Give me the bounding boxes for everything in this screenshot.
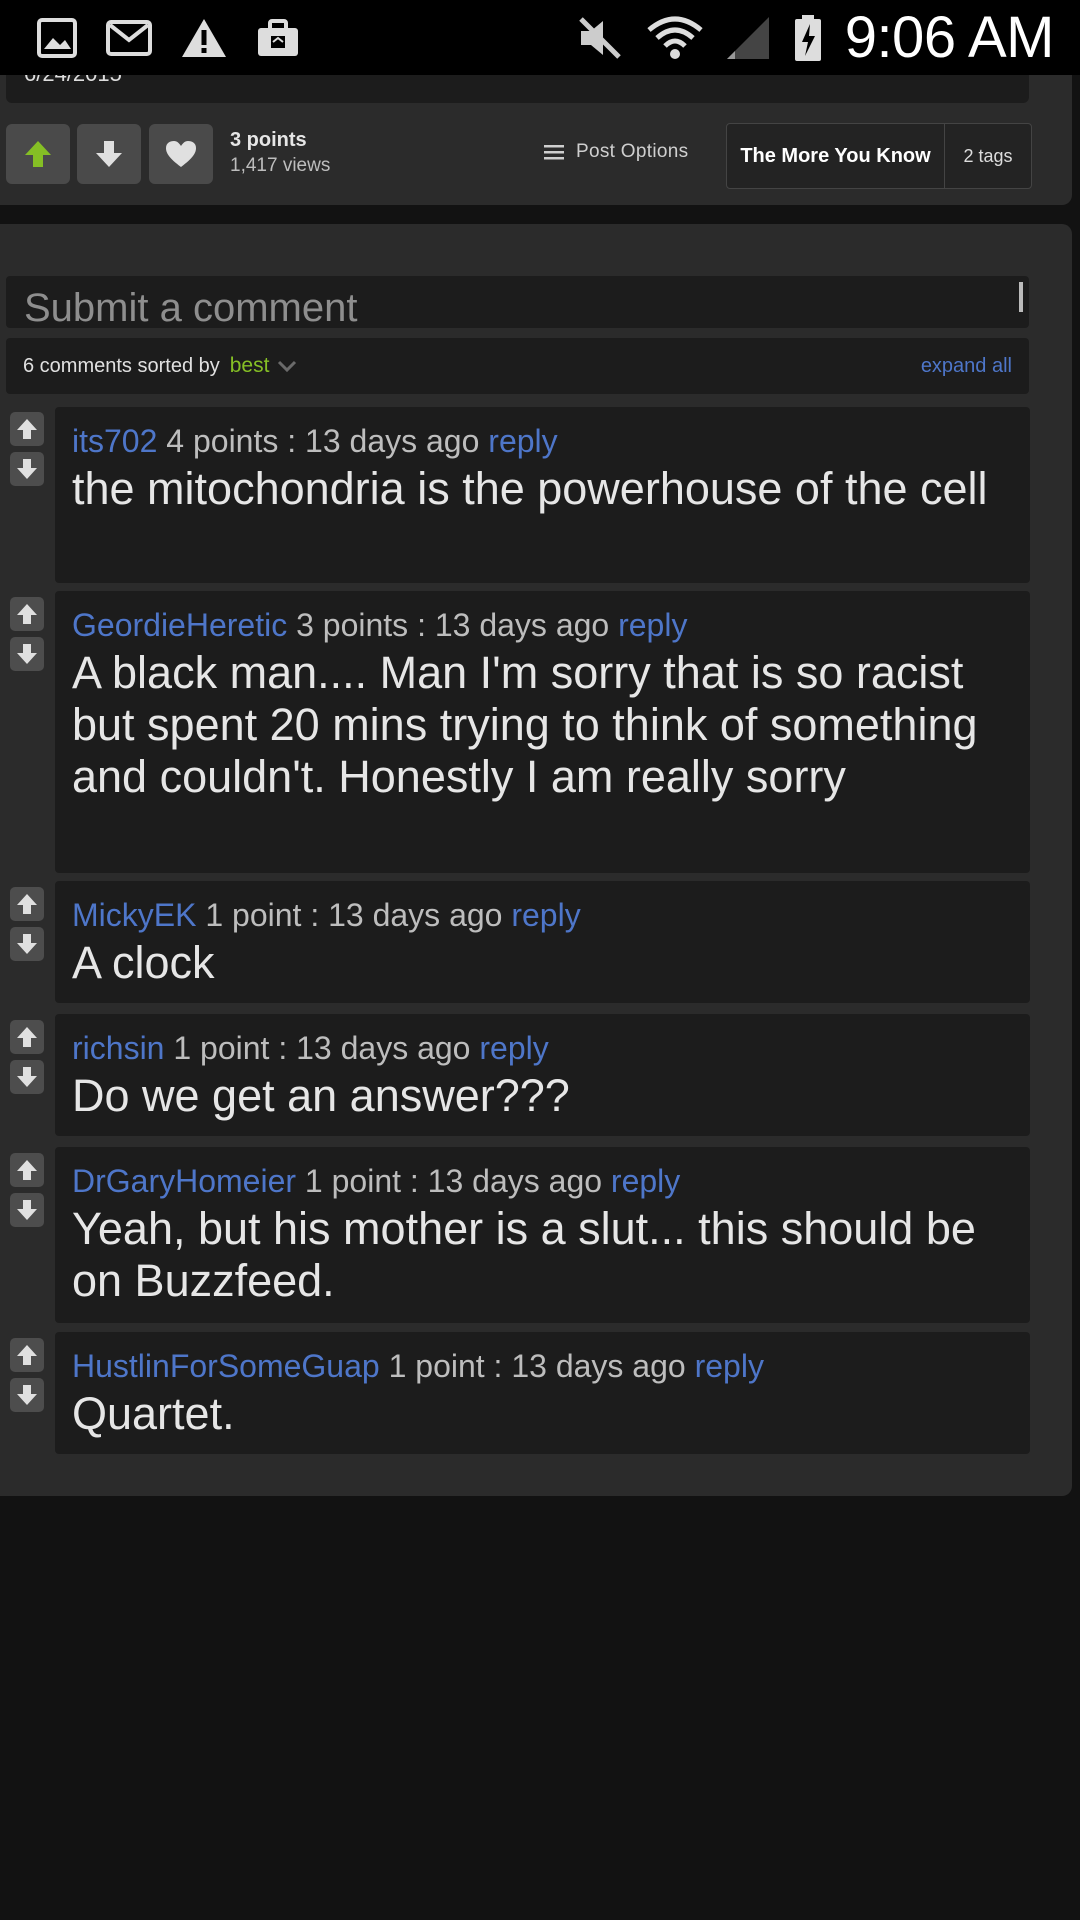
comment-text: A clock	[72, 937, 215, 988]
comment-meta: richsin 1 point : 13 days ago reply	[72, 1028, 1012, 1068]
arrow-up-icon	[17, 1345, 37, 1365]
arrow-up-icon	[17, 894, 37, 914]
comment-author-link[interactable]: MickyEK	[72, 897, 196, 933]
menu-icon	[544, 145, 564, 160]
post-date: 6/24/2015	[24, 75, 122, 87]
comment-reply-link[interactable]: reply	[611, 1163, 680, 1199]
downvote-button[interactable]	[77, 124, 141, 184]
arrow-up-icon	[17, 1160, 37, 1180]
comment-meta: HustlinForSomeGuap 1 point : 13 days ago…	[72, 1346, 1012, 1386]
comment-reply-link[interactable]: reply	[511, 897, 580, 933]
arrow-down-icon	[17, 459, 37, 479]
favorite-button[interactable]	[149, 124, 213, 184]
comment-downvote-button[interactable]	[10, 637, 44, 671]
tag-link[interactable]: The More You Know	[727, 124, 945, 188]
post-options-button[interactable]: Post Options	[544, 141, 688, 163]
comment-points-age: 4 points : 13 days ago	[166, 423, 480, 459]
arrow-up-icon	[17, 604, 37, 624]
comment-text: Quartet.	[72, 1388, 235, 1439]
comment-text: A black man.... Man I'm sorry that is so…	[72, 647, 978, 802]
comment-author-link[interactable]: DrGaryHomeier	[72, 1163, 296, 1199]
sort-dropdown[interactable]: best	[230, 354, 270, 378]
comment-box: DrGaryHomeier 1 point : 13 days ago repl…	[55, 1147, 1030, 1323]
comment-upvote-button[interactable]	[10, 1338, 44, 1372]
comment-box: its702 4 points : 13 days ago reply the …	[55, 407, 1030, 583]
comment-meta: its702 4 points : 13 days ago reply	[72, 421, 1012, 461]
gmail-icon	[106, 19, 152, 56]
comment-author-link[interactable]: HustlinForSomeGuap	[72, 1348, 380, 1384]
comment-downvote-button[interactable]	[10, 927, 44, 961]
comment-downvote-button[interactable]	[10, 1378, 44, 1412]
upvote-button[interactable]	[6, 124, 70, 184]
arrow-down-icon	[17, 1200, 37, 1220]
post-date-box: 6/24/2015	[6, 75, 1029, 103]
comment-box: MickyEK 1 point : 13 days ago reply A cl…	[55, 881, 1030, 1003]
comment-meta: GeordieHeretic 3 points : 13 days ago re…	[72, 605, 1012, 645]
comment-box: richsin 1 point : 13 days ago reply Do w…	[55, 1014, 1030, 1136]
arrow-down-icon	[17, 644, 37, 664]
comment-meta: DrGaryHomeier 1 point : 13 days ago repl…	[72, 1161, 1012, 1201]
tags-count-button[interactable]: 2 tags	[945, 124, 1031, 188]
comment-points-age: 1 point : 13 days ago	[173, 1030, 471, 1066]
comment-reply-link[interactable]: reply	[695, 1348, 764, 1384]
comment-box: GeordieHeretic 3 points : 13 days ago re…	[55, 591, 1030, 873]
comment-input-placeholder: Submit a comment	[24, 286, 358, 328]
comment-text: the mitochondria is the powerhouse of th…	[72, 463, 988, 514]
arrow-up-icon	[17, 419, 37, 439]
chevron-down-icon[interactable]	[277, 360, 297, 372]
comment-downvote-button[interactable]	[10, 452, 44, 486]
comment-upvote-button[interactable]	[10, 887, 44, 921]
comment-reply-link[interactable]: reply	[488, 423, 557, 459]
comments-count-label: 6 comments sorted by	[23, 354, 220, 377]
heart-icon	[166, 141, 196, 167]
status-bar: 9:06 AM	[0, 0, 1080, 75]
tags-box: The More You Know 2 tags	[726, 123, 1032, 189]
comment-downvote-button[interactable]	[10, 1060, 44, 1094]
arrow-down-icon	[17, 1067, 37, 1087]
comment-upvote-button[interactable]	[10, 1153, 44, 1187]
comment-points-age: 1 point : 13 days ago	[388, 1348, 686, 1384]
comment-text: Yeah, but his mother is a slut... this s…	[72, 1203, 976, 1306]
mute-icon	[575, 15, 625, 61]
comment-author-link[interactable]: its702	[72, 423, 157, 459]
gallery-icon	[36, 17, 78, 59]
arrow-up-icon	[25, 141, 51, 167]
post-views: 1,417 views	[230, 155, 331, 176]
comment-points-age: 1 point : 13 days ago	[304, 1163, 603, 1199]
comment-box: HustlinForSomeGuap 1 point : 13 days ago…	[55, 1332, 1030, 1454]
input-scrollbar	[1019, 282, 1023, 312]
briefcase-icon	[256, 18, 300, 58]
comment-downvote-button[interactable]	[10, 1193, 44, 1227]
warning-icon	[180, 17, 228, 59]
expand-all-link[interactable]: expand all	[921, 355, 1012, 378]
post-points: 3 points	[230, 129, 307, 151]
comment-author-link[interactable]: GeordieHeretic	[72, 607, 287, 643]
arrow-down-icon	[17, 934, 37, 954]
comments-sort-bar: 6 comments sorted by best expand all	[6, 338, 1029, 394]
comment-points-age: 1 point : 13 days ago	[205, 897, 503, 933]
wifi-icon	[647, 16, 703, 60]
comment-text: Do we get an answer???	[72, 1070, 570, 1121]
post-options-label: Post Options	[576, 141, 689, 162]
clock: 9:06 AM	[844, 5, 1055, 70]
comment-meta: MickyEK 1 point : 13 days ago reply	[72, 895, 1012, 935]
comment-upvote-button[interactable]	[10, 412, 44, 446]
comment-upvote-button[interactable]	[10, 1020, 44, 1054]
arrow-down-icon	[96, 141, 122, 167]
comment-input[interactable]: Submit a comment	[6, 276, 1029, 328]
post-footer-card: 6/24/2015 3 points 1,417 views Post Opti…	[0, 75, 1072, 205]
comment-upvote-button[interactable]	[10, 597, 44, 631]
comment-reply-link[interactable]: reply	[479, 1030, 548, 1066]
comment-author-link[interactable]: richsin	[72, 1030, 164, 1066]
comment-points-age: 3 points : 13 days ago	[296, 607, 610, 643]
arrow-down-icon	[17, 1385, 37, 1405]
battery-charging-icon	[793, 14, 823, 62]
signal-icon	[725, 15, 771, 61]
arrow-up-icon	[17, 1027, 37, 1047]
comment-reply-link[interactable]: reply	[618, 607, 687, 643]
